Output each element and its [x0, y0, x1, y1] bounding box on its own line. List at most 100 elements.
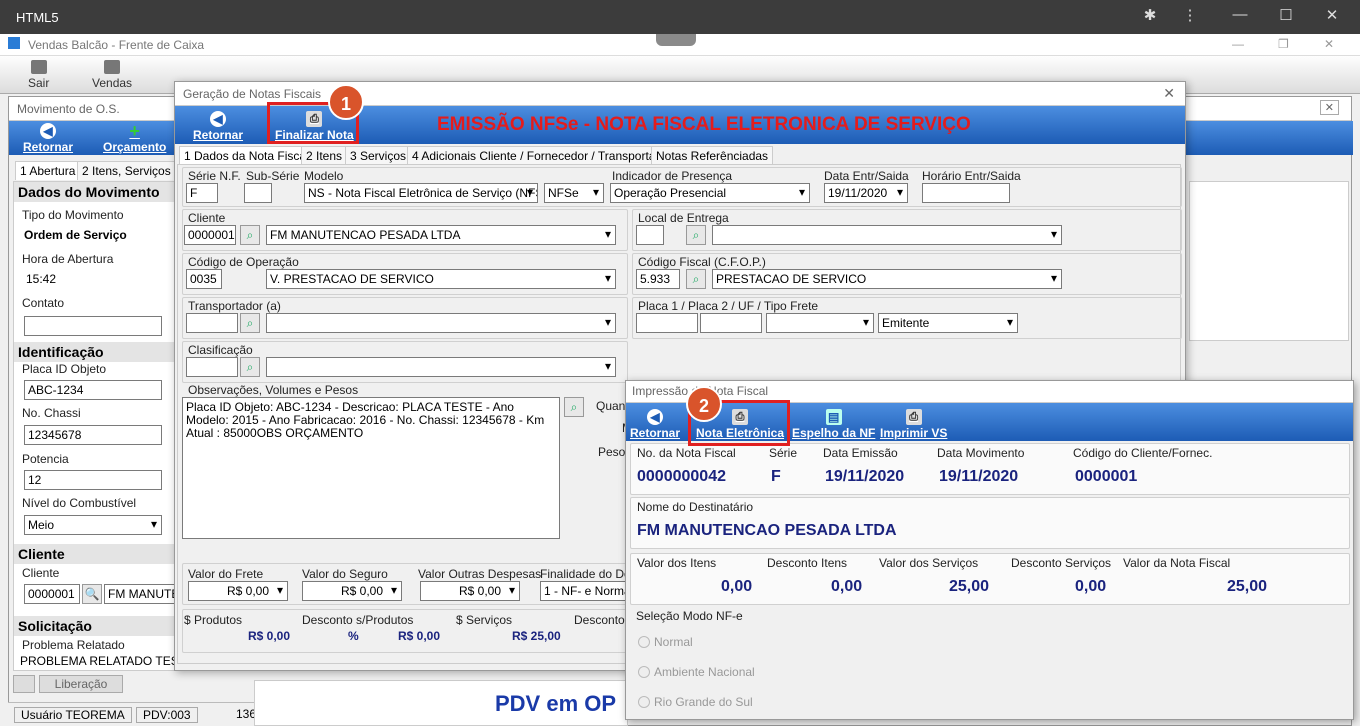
servicos-label: $ Serviços	[456, 613, 513, 627]
sair-button[interactable]: Sair	[28, 60, 49, 90]
obs-textarea[interactable]: Placa ID Objeto: ABC-1234 - Descricao: P…	[182, 397, 560, 539]
local-select[interactable]	[712, 225, 1062, 245]
frete-value[interactable]: R$ 0,00	[188, 581, 288, 601]
subserie-label: Sub-Série	[246, 169, 300, 183]
local-search-icon[interactable]: ⌕	[686, 225, 706, 245]
transp-select[interactable]	[266, 313, 616, 333]
transp-search-icon[interactable]: ⌕	[240, 313, 260, 333]
os-left-panel: Dados do Movimento Tipo do Movimento Ord…	[13, 181, 181, 671]
ds-label: Desconto Serviços	[1011, 556, 1112, 570]
modelo-tipo-select[interactable]: NFSe	[544, 183, 604, 203]
os-cliente-label: Cliente	[22, 566, 60, 580]
outras-value[interactable]: R$ 0,00	[420, 581, 520, 601]
di-label: Desconto Itens	[767, 556, 848, 570]
codop-select[interactable]: V. PRESTACAO DE SERVICO	[266, 269, 616, 289]
app-minimize-icon[interactable]: —	[1232, 37, 1244, 51]
cfop-code[interactable]: 5.933	[636, 269, 680, 289]
app-restore-icon[interactable]: ❐	[1278, 37, 1289, 51]
vendas-button[interactable]: Vendas	[92, 60, 132, 90]
liberacao-button[interactable]: Liberação	[39, 675, 123, 693]
menu-icon[interactable]: ⋮	[1178, 6, 1202, 24]
vn-value: 25,00	[1227, 578, 1268, 595]
class-search-icon[interactable]: ⌕	[240, 357, 260, 377]
maximize-icon[interactable]: ☐	[1274, 6, 1298, 24]
tab-notas-ref[interactable]: Notas Referênciadas	[651, 146, 774, 165]
os-retornar-button[interactable]: ◀ Retornar	[23, 123, 73, 154]
espelho-button[interactable]: ▤ Espelho da NF	[792, 409, 875, 440]
os-cliente-code[interactable]: 0000001	[24, 584, 80, 604]
collapse-handle[interactable]	[656, 34, 696, 46]
placa-input[interactable]: ABC-1234	[24, 380, 162, 400]
os-cliente-name[interactable]: FM MANUTEN	[104, 584, 180, 604]
modo-label: Seleção Modo NF-e	[636, 609, 743, 623]
transp-code[interactable]	[186, 313, 238, 333]
imp-serie-value: F	[771, 468, 781, 485]
ds-value: 0,00	[1075, 578, 1107, 595]
tab-adicionais-nf[interactable]: 4 Adicionais Cliente / Fornecedor / Tran…	[407, 146, 678, 165]
tab-abertura[interactable]: 1 Abertura	[15, 161, 81, 180]
radio-ambiente-nacional[interactable]: Ambiente Nacional	[638, 665, 755, 679]
extensions-icon[interactable]: ✱	[1138, 6, 1162, 24]
combustivel-select[interactable]: Meio	[24, 515, 162, 535]
frete-tipo-select[interactable]: Emitente	[878, 313, 1018, 333]
nf-close-icon[interactable]: ✕	[1163, 85, 1175, 102]
data-select[interactable]: 19/11/2020	[824, 183, 908, 203]
class-label: Clasificação	[188, 343, 253, 357]
horario-input[interactable]	[922, 183, 1010, 203]
browser-titlebar: HTML5 ✱ ⋮ — ☐ ✕	[0, 0, 1360, 34]
potencia-input[interactable]: 12	[24, 470, 162, 490]
tab-itens-nf[interactable]: 2 Itens	[301, 146, 348, 165]
radio-normal[interactable]: Normal	[638, 635, 693, 649]
tipo-label: Tipo do Movimento	[22, 208, 124, 222]
keyboard-icon[interactable]	[13, 675, 35, 693]
uf-select[interactable]	[766, 313, 874, 333]
tab-itens[interactable]: 2 Itens, Serviços	[77, 161, 176, 180]
app-icon	[8, 37, 20, 49]
class-select[interactable]	[266, 357, 616, 377]
app-close-icon[interactable]: ✕	[1324, 37, 1334, 51]
local-code[interactable]	[636, 225, 664, 245]
printer-icon: ⎙	[905, 409, 922, 425]
imp-retornar-button[interactable]: ◀ Retornar	[630, 409, 680, 440]
ident-header: Identificação	[14, 342, 180, 362]
tipo-value: Ordem de Serviço	[24, 228, 127, 242]
horario-label: Horário Entr/Saida	[922, 169, 1021, 183]
nf-cliente-code[interactable]: 0000001	[184, 225, 236, 245]
minimize-icon[interactable]: —	[1228, 6, 1252, 23]
nf-retornar-button[interactable]: ◀ Retornar	[193, 111, 243, 142]
cfop-select[interactable]: PRESTACAO DE SERVICO	[712, 269, 1062, 289]
contato-input[interactable]	[24, 316, 162, 336]
emissao-value: 19/11/2020	[825, 468, 905, 485]
indicador-select[interactable]: Operação Presencial	[610, 183, 810, 203]
app-titlebar: Vendas Balcão - Frente de Caixa — ❐ ✕	[0, 34, 1360, 56]
tab-dados-nf[interactable]: 1 Dados da Nota Fiscal	[179, 146, 314, 165]
browser-title: HTML5	[16, 10, 59, 25]
imp-row2: Nome do Destinatário FM MANUTENCAO PESAD…	[630, 497, 1350, 549]
obs-search-icon[interactable]: ⌕	[564, 397, 584, 417]
os-cliente-search-icon[interactable]: 🔍	[82, 584, 102, 604]
finalidade-select[interactable]: 1 - NF- e Normal	[540, 581, 626, 601]
vi-value: 0,00	[721, 578, 753, 595]
class-code[interactable]	[186, 357, 238, 377]
chassi-input[interactable]: 12345678	[24, 425, 162, 445]
imprimir-vs-button[interactable]: ⎙ Imprimir VS	[880, 409, 947, 440]
nf-cliente-label: Cliente	[188, 211, 226, 225]
solic-header: Solicitação	[14, 616, 180, 636]
nf-cliente-search-icon[interactable]: ⌕	[240, 225, 260, 245]
seguro-value[interactable]: R$ 0,00	[302, 581, 402, 601]
codop-code[interactable]: 0035	[186, 269, 222, 289]
modelo-select[interactable]: NS - Nota Fiscal Eletrônica de Serviço (…	[304, 183, 538, 203]
tab-servicos-nf[interactable]: 3 Serviços	[345, 146, 412, 165]
radio-rio-grande[interactable]: Rio Grande do Sul	[638, 695, 753, 709]
serie-input[interactable]: F	[186, 183, 218, 203]
os-orcamento-button[interactable]: + Orçamento	[103, 122, 166, 154]
placa2-input[interactable]	[700, 313, 762, 333]
cod-cliente-label: Código do Cliente/Fornec.	[1073, 446, 1213, 460]
close-icon[interactable]: ✕	[1320, 6, 1344, 24]
subserie-input[interactable]	[244, 183, 272, 203]
placa1-input[interactable]	[636, 313, 698, 333]
cfop-search-icon[interactable]: ⌕	[686, 269, 706, 289]
nf-cliente-select[interactable]: FM MANUTENCAO PESADA LTDA	[266, 225, 616, 245]
data-label: Data Entr/Saida	[824, 169, 909, 183]
os-close-icon[interactable]: ✕	[1319, 100, 1339, 115]
